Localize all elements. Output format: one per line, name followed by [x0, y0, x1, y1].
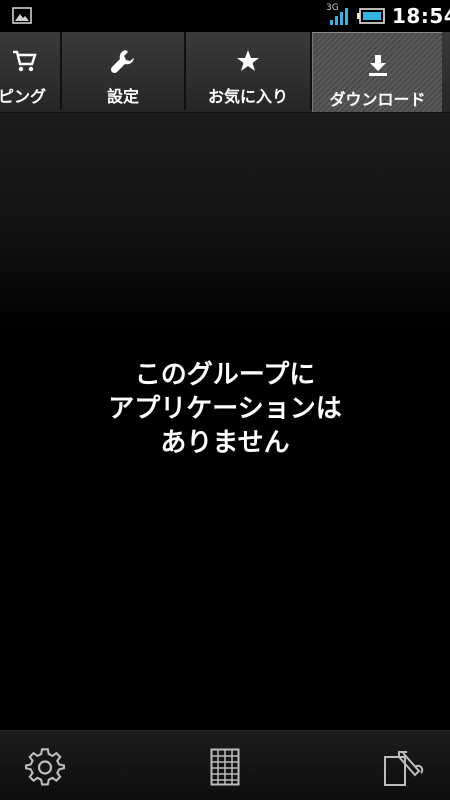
gear-icon — [25, 748, 65, 786]
tab-partial-next — [442, 32, 450, 110]
app-screen: 3G 18:54 ピング — [0, 0, 450, 800]
tab-label: お気に入り — [207, 87, 288, 106]
tab-bar: ピング 設定 お気に入り ダウンロード — [0, 32, 450, 113]
tab-shopping[interactable]: ピング — [0, 32, 62, 110]
tab-download[interactable]: ダウンロード — [312, 32, 442, 112]
picture-icon — [12, 7, 32, 24]
empty-group-message: このグループに アプリケーションは ありません — [0, 358, 450, 460]
tab-label: ピング — [0, 87, 47, 106]
battery-icon — [357, 8, 385, 24]
empty-message-line: アプリケーションは — [108, 394, 342, 424]
status-bar: 3G 18:54 — [0, 0, 450, 32]
settings-button[interactable] — [23, 745, 67, 789]
cart-icon — [13, 50, 37, 72]
star-icon — [237, 50, 259, 71]
tab-label: ダウンロード — [329, 90, 426, 109]
empty-message-line: このグループに — [134, 360, 316, 390]
edit-icon — [384, 751, 424, 786]
wrench-icon — [110, 50, 134, 74]
empty-message-line: ありません — [160, 428, 290, 458]
clock: 18:54 — [392, 4, 450, 28]
bottom-toolbar — [0, 730, 450, 800]
tab-favorites[interactable]: お気に入り — [186, 32, 312, 110]
app-grid-button[interactable] — [203, 745, 247, 789]
edit-button[interactable] — [381, 745, 425, 789]
download-icon — [368, 55, 387, 76]
signal-icon — [330, 8, 348, 25]
tab-label: 設定 — [106, 87, 139, 106]
tab-settings[interactable]: 設定 — [62, 32, 186, 110]
grid-icon — [210, 748, 240, 786]
